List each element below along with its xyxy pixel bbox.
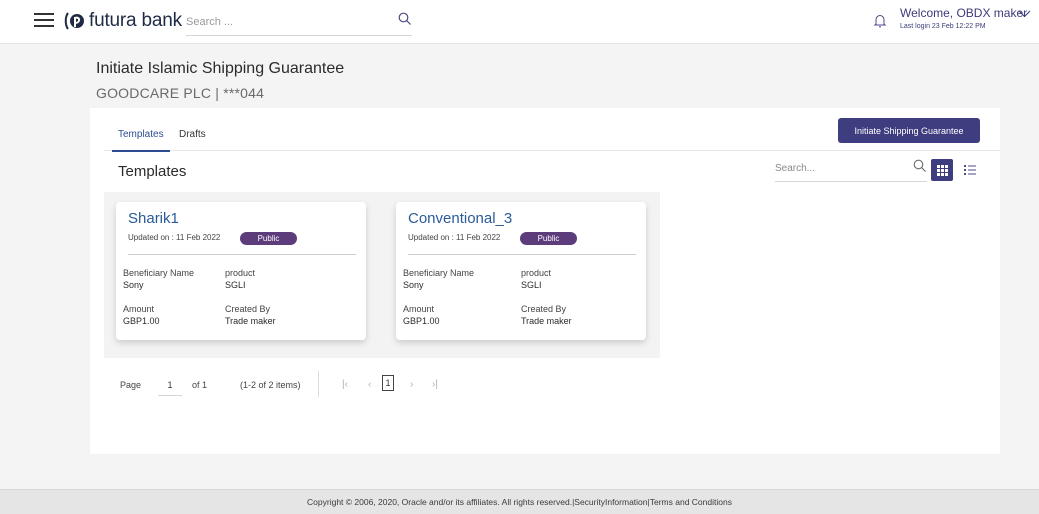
party-subtitle: GOODCARE PLC | ***044 [96,85,265,101]
templates-heading: Templates [118,163,187,180]
main-panel: Templates Drafts Initiate Shipping Guara… [90,108,1000,454]
created-by-value: Trade maker [225,316,276,326]
global-search [186,10,412,36]
page-label: Page [120,380,142,390]
footer: Copyright © 2006, 2020, Oracle and/or it… [0,489,1039,514]
search-icon[interactable] [913,159,927,173]
grid-view-icon [937,165,948,176]
top-header: futura bank Welcome, OBDX maker Last log… [0,0,1039,44]
beneficiary-value: Sony [123,280,144,290]
bank-logo[interactable]: futura bank [64,9,182,33]
welcome-text: Welcome, OBDX maker [900,6,1028,20]
terms-conditions-link[interactable]: Terms and Conditions [650,497,732,507]
amount-label: Amount [123,304,155,314]
last-page-button[interactable]: ›| [432,379,438,390]
last-login-text: Last login 23 Feb 12:22 PM [900,23,986,30]
list-view-icon [964,165,976,175]
amount-label: Amount [403,304,435,314]
template-name-link[interactable]: Sharik1 [128,210,179,227]
templates-search [775,156,927,182]
tab-templates[interactable]: Templates [112,129,170,152]
copyright-text: Copyright © 2006, 2020, Oracle and/or it… [307,497,573,507]
page-number-input[interactable]: 1 [158,374,182,396]
template-card[interactable]: Conventional_3 Updated on : 11 Feb 2022 … [396,202,646,340]
template-name-link[interactable]: Conventional_3 [408,210,512,227]
global-search-input[interactable] [186,10,376,34]
created-by-label: Created By [225,304,271,314]
created-by-value: Trade maker [521,316,572,326]
product-label: product [521,268,552,278]
pagination: Page 1 of 1 (1-2 of 2 items) |‹ ‹ 1 › ›| [118,371,518,401]
product-label: product [225,268,256,278]
page-title: Initiate Islamic Shipping Guarantee [96,60,345,77]
page-count: of 1 [192,380,208,390]
chevron-down-icon[interactable] [1018,10,1031,18]
search-icon[interactable] [398,12,412,26]
beneficiary-label: Beneficiary Name [403,268,475,278]
bell-icon[interactable] [874,14,886,28]
prev-page-button[interactable]: ‹ [368,379,371,390]
template-updated-date: Updated on : 11 Feb 2022 [128,233,221,242]
card-divider [128,254,356,255]
template-cards-area: Sharik1 Updated on : 11 Feb 2022 Public … [104,192,660,358]
product-value: SGLI [225,280,246,290]
product-value: SGLI [521,280,542,290]
visibility-badge: Public [240,232,297,245]
beneficiary-label: Beneficiary Name [123,268,195,278]
pager-divider [318,371,319,397]
amount-value: GBP1.00 [123,316,160,326]
brand-name: futura bank [89,10,182,31]
list-view-toggle[interactable] [959,159,981,181]
beneficiary-value: Sony [403,280,424,290]
futura-logo-icon [64,12,84,30]
created-by-label: Created By [521,304,567,314]
grid-view-toggle[interactable] [931,159,953,181]
visibility-badge: Public [520,232,577,245]
items-count: (1-2 of 2 items) [240,380,301,390]
template-card[interactable]: Sharik1 Updated on : 11 Feb 2022 Public … [116,202,366,340]
current-page-button[interactable]: 1 [382,375,394,391]
security-information-link[interactable]: SecurityInformation [574,497,647,507]
next-page-button[interactable]: › [410,379,413,390]
user-welcome[interactable]: Welcome, OBDX maker Last login 23 Feb 12… [900,6,1031,30]
templates-search-input[interactable] [775,156,895,180]
initiate-shipping-guarantee-button[interactable]: Initiate Shipping Guarantee [838,118,980,143]
card-divider [408,254,636,255]
hamburger-menu-icon[interactable] [34,13,54,28]
first-page-button[interactable]: |‹ [342,379,348,390]
template-updated-date: Updated on : 11 Feb 2022 [408,233,501,242]
tab-drafts[interactable]: Drafts [179,129,206,140]
amount-value: GBP1.00 [403,316,440,326]
